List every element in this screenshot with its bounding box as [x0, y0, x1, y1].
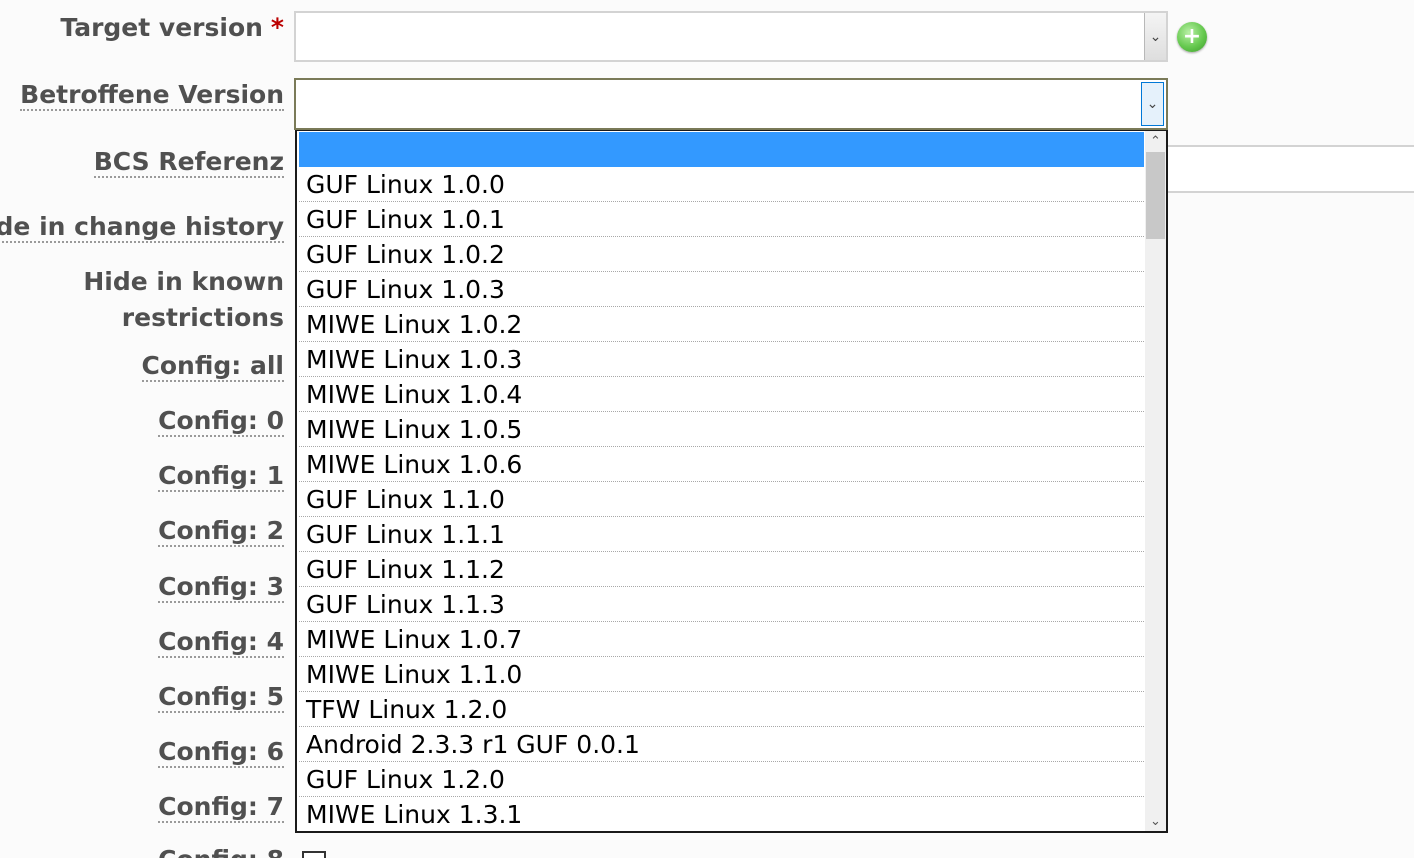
version-option[interactable]: MIWE Linux 1.0.2	[299, 307, 1144, 342]
issue-form: Target version * ⌄ + Betroffene Version ⌄…	[0, 0, 1414, 858]
config-6-label: Config: 6	[158, 737, 284, 768]
config-8-label: Config: 8	[158, 842, 284, 858]
version-option[interactable]: GUF Linux 1.0.1	[299, 202, 1144, 237]
version-option[interactable]: MIWE Linux 1.3.1	[299, 797, 1144, 831]
bcs-reference-input[interactable]	[1168, 145, 1414, 193]
config-8-checkbox[interactable]	[302, 851, 326, 858]
config-7-label: Config: 7	[158, 792, 284, 823]
config-4-label: Config: 4	[158, 627, 284, 658]
version-option[interactable]: Android 2.3.3 r1 GUF 0.0.1	[299, 727, 1144, 762]
config-5-label: Config: 5	[158, 682, 284, 713]
config-all-label: Config: all	[141, 351, 284, 382]
affected-version-label: Betroffene Version	[20, 80, 284, 111]
version-option[interactable]: GUF Linux 1.0.2	[299, 237, 1144, 272]
config-2-label: Config: 2	[158, 516, 284, 547]
target-version-label: Target version *	[60, 13, 284, 42]
version-option[interactable]: MIWE Linux 1.0.6	[299, 447, 1144, 482]
scrollbar-thumb[interactable]	[1146, 152, 1165, 239]
version-option[interactable]: MIWE Linux 1.0.3	[299, 342, 1144, 377]
dropdown-scrollbar[interactable]: ⌃ ⌄	[1145, 131, 1166, 831]
hide-change-history-label: ide in change history	[0, 209, 284, 244]
target-version-select[interactable]: ⌄	[294, 11, 1168, 62]
bcs-reference-label: BCS Referenz	[93, 147, 284, 178]
chevron-down-icon[interactable]: ⌄	[1144, 13, 1166, 60]
version-option[interactable]	[299, 132, 1144, 167]
config-3-label: Config: 3	[158, 572, 284, 603]
version-option[interactable]: MIWE Linux 1.1.0	[299, 657, 1144, 692]
version-option[interactable]: GUF Linux 1.1.2	[299, 552, 1144, 587]
version-option[interactable]: GUF Linux 1.0.0	[299, 167, 1144, 202]
version-option[interactable]: TFW Linux 1.2.0	[299, 692, 1144, 727]
chevron-up-icon[interactable]: ⌃	[1145, 131, 1166, 151]
required-marker: *	[270, 13, 284, 42]
version-option[interactable]: MIWE Linux 1.0.5	[299, 412, 1144, 447]
version-option-list: GUF Linux 1.0.0 GUF Linux 1.0.1 GUF Linu…	[299, 132, 1144, 831]
affected-version-select[interactable]: ⌄	[294, 78, 1168, 130]
version-option[interactable]: MIWE Linux 1.0.4	[299, 377, 1144, 412]
version-option[interactable]: GUF Linux 1.0.3	[299, 272, 1144, 307]
version-option[interactable]: GUF Linux 1.1.3	[299, 587, 1144, 622]
add-version-button[interactable]: +	[1177, 22, 1207, 52]
config-0-label: Config: 0	[158, 406, 284, 437]
chevron-down-icon[interactable]: ⌄	[1141, 82, 1164, 126]
hide-known-restrictions-label: Hide in known restrictions	[83, 267, 284, 332]
version-option[interactable]: GUF Linux 1.1.1	[299, 517, 1144, 552]
plus-circle-icon: +	[1182, 24, 1202, 49]
version-option[interactable]: GUF Linux 1.1.0	[299, 482, 1144, 517]
version-option[interactable]: MIWE Linux 1.0.7	[299, 622, 1144, 657]
chevron-down-icon[interactable]: ⌄	[1145, 811, 1166, 831]
affected-version-dropdown[interactable]: GUF Linux 1.0.0 GUF Linux 1.0.1 GUF Linu…	[295, 130, 1168, 833]
version-option[interactable]: GUF Linux 1.2.0	[299, 762, 1144, 797]
config-1-label: Config: 1	[158, 461, 284, 492]
